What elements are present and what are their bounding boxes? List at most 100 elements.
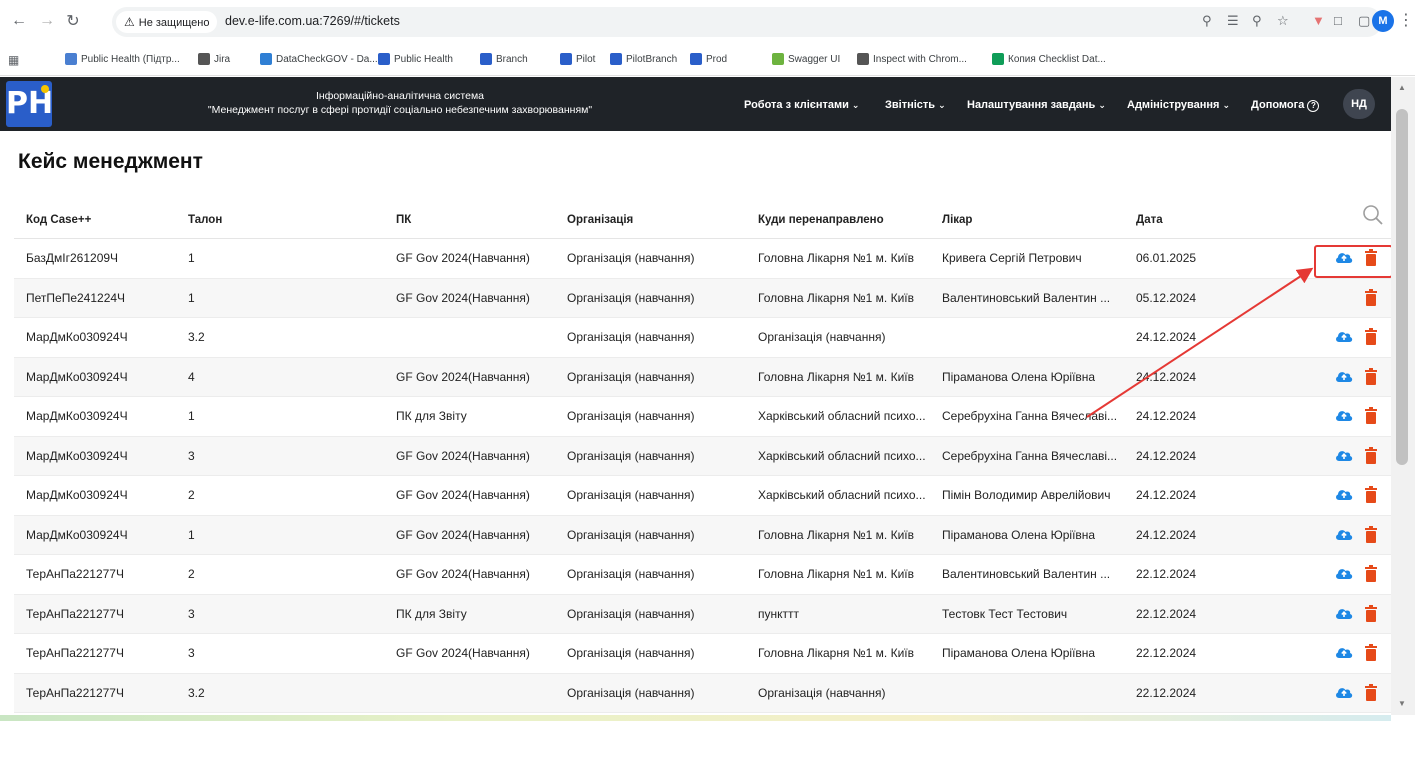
bookmark-item[interactable]: Swagger UI — [772, 53, 840, 65]
cloud-upload-icon[interactable] — [1334, 565, 1354, 586]
table-header: Код Case++ Талон ПК Організація Куди пер… — [14, 200, 1391, 239]
trash-icon[interactable] — [1364, 407, 1378, 429]
cell-redirect: Організація (навчання) — [758, 685, 886, 700]
cell-doctor: Валентиновський Валентин ... — [942, 290, 1111, 305]
forward-arrow-icon[interactable]: → — [36, 10, 58, 32]
col-header-redirect[interactable]: Куди перенаправлено — [758, 214, 884, 226]
bookmark-item[interactable]: Branch — [480, 53, 528, 65]
table-row[interactable]: БазДмІг261209Ч 1 GF Gov 2024(Навчання) Орга… — [14, 239, 1391, 279]
cell-redirect: Головна Лікарня №1 м. Київ — [758, 646, 914, 660]
user-avatar[interactable]: НД — [1343, 89, 1375, 119]
table-row[interactable]: ТерАнПа221277Ч 3 ПК для Звіту Організація (… — [14, 594, 1391, 634]
trash-icon[interactable] — [1364, 565, 1378, 587]
more-menu-icon[interactable]: ⋮ — [1398, 10, 1414, 30]
trash-icon[interactable] — [1364, 644, 1378, 666]
scroll-thumb[interactable] — [1396, 109, 1408, 465]
cell-talon: 3 — [188, 646, 195, 660]
password-key-icon[interactable]: ⚲ — [1202, 13, 1212, 29]
page-scrollbar[interactable]: ▲ ▼ — [1391, 77, 1415, 715]
security-chip[interactable]: ⚠ Не защищено — [116, 11, 218, 33]
menu-clients[interactable]: Робота з клієнтами ⌄ — [744, 99, 859, 111]
bookmark-star-icon[interactable]: ☆ — [1277, 13, 1289, 29]
menu-administration[interactable]: Адміністрування ⌄ — [1127, 99, 1230, 111]
globe-icon — [857, 53, 869, 65]
cell-date: 22.12.2024 — [1136, 646, 1197, 660]
cell-pk: GF Gov 2024(Навчання) — [396, 488, 530, 502]
bookmark-item[interactable]: Public Health — [378, 53, 453, 65]
ph-logo[interactable]: PH — [6, 81, 53, 127]
translate-icon[interactable]: ☰ — [1227, 13, 1239, 29]
scroll-down-arrow-icon[interactable]: ▼ — [1398, 699, 1406, 708]
cloud-upload-icon[interactable] — [1334, 328, 1354, 349]
bookmark-item[interactable]: Копия Checklist Dat... — [992, 53, 1106, 65]
col-header-code[interactable]: Код Case++ — [26, 214, 91, 226]
sheets-icon — [992, 53, 1004, 65]
bookmark-item[interactable]: Public Health (Підтр... — [65, 53, 180, 65]
cloud-upload-icon[interactable] — [1334, 447, 1354, 468]
address-bar[interactable]: ⚠ Не защищено dev.e-life.com.ua:7269/#/ti… — [112, 7, 1382, 37]
search-icon[interactable] — [1362, 204, 1384, 231]
extensions-puzzle-icon[interactable]: ▢ — [1358, 13, 1370, 29]
table-row[interactable]: МарДмКо030924Ч 2 GF Gov 2024(Навчання) Орга… — [14, 476, 1391, 516]
bookmark-item[interactable]: Jira — [198, 53, 230, 65]
cloud-upload-icon[interactable] — [1334, 486, 1354, 507]
trash-icon[interactable] — [1364, 525, 1378, 548]
table-row[interactable]: МарДмКо030924Ч 3 GF Gov 2024(Навчання) Орга… — [14, 436, 1391, 476]
trash-icon[interactable] — [1364, 486, 1378, 508]
bookmark-item[interactable]: PilotBranch — [610, 53, 677, 65]
trash-icon[interactable] — [1364, 683, 1378, 706]
bookmark-item[interactable]: DataCheckGOV - Da... — [260, 53, 378, 65]
col-header-date[interactable]: Дата — [1136, 214, 1163, 226]
table-row[interactable]: ТерАнПа221277Ч 2 GF Gov 2024(Навчання) Орга… — [14, 555, 1391, 595]
bookmark-item[interactable]: Pilot — [560, 53, 595, 65]
menu-reports[interactable]: Звітність ⌄ — [885, 99, 946, 111]
cell-date: 22.12.2024 — [1136, 685, 1197, 700]
zoom-icon[interactable]: ⚲ — [1252, 13, 1262, 29]
apps-grid-icon[interactable]: ▦ — [8, 53, 19, 67]
profile-avatar[interactable]: M — [1372, 10, 1394, 32]
col-header-doctor[interactable]: Лікар — [942, 214, 972, 226]
cloud-upload-icon[interactable] — [1334, 684, 1354, 705]
cell-code: ТерАнПа221277Ч — [26, 567, 124, 581]
row-actions — [1334, 565, 1384, 583]
system-title: Інформаційно-аналітична система "Менеджм… — [150, 89, 650, 117]
col-header-pk[interactable]: ПК — [396, 214, 411, 226]
reload-icon[interactable]: ↻ — [62, 10, 84, 32]
cloud-upload-icon[interactable] — [1334, 644, 1354, 665]
trash-icon[interactable] — [1364, 328, 1378, 350]
extension-v-icon[interactable]: ▼ — [1312, 13, 1325, 28]
table-row[interactable]: МарДмКо030924Ч 3.2 Організація (навчання) О… — [14, 318, 1391, 358]
col-header-organization[interactable]: Організація — [567, 214, 633, 226]
cloud-upload-icon[interactable] — [1334, 368, 1354, 389]
bookmark-label: Swagger UI — [788, 53, 841, 65]
table-row[interactable]: ТерАнПа221277Ч 3 GF Gov 2024(Навчання) Орга… — [14, 634, 1391, 674]
cell-doctor: Тестовк Тест Тестович — [942, 606, 1068, 621]
table-row[interactable]: ПетПеПе241224Ч 1 GF Gov 2024(Навчання) Орга… — [14, 278, 1391, 318]
row-actions — [1334, 486, 1384, 504]
menu-help[interactable]: Допомога ? — [1251, 99, 1320, 112]
cloud-upload-icon[interactable] — [1334, 407, 1354, 428]
col-header-talon[interactable]: Талон — [188, 214, 222, 226]
page-title: Кейс менеджмент — [18, 150, 203, 173]
cell-doctor: Пімін Володимир Аврелійович — [942, 488, 1111, 502]
bookmark-item[interactable]: Prod — [690, 53, 727, 65]
menu-task-settings[interactable]: Налаштування завдань ⌄ — [967, 99, 1106, 111]
cloud-upload-icon[interactable] — [1334, 605, 1354, 626]
table-row[interactable]: МарДмКо030924Ч 1 ПК для Звіту Організація (… — [14, 397, 1391, 437]
scroll-up-arrow-icon[interactable]: ▲ — [1398, 83, 1406, 92]
help-circle-icon: ? — [1307, 100, 1320, 112]
row-actions — [1334, 525, 1384, 547]
back-arrow-icon[interactable]: ← — [8, 10, 30, 32]
table-row[interactable]: ТерАнПа221277Ч 3.2 Організація (навчання) О… — [14, 673, 1391, 713]
table-row[interactable]: МарДмКо030924Ч 4 GF Gov 2024(Навчання) Орга… — [14, 357, 1391, 397]
trash-icon[interactable] — [1364, 604, 1378, 627]
cloud-upload-icon[interactable] — [1334, 526, 1354, 547]
trash-icon[interactable] — [1364, 288, 1378, 311]
trash-icon[interactable] — [1364, 446, 1378, 469]
table-row[interactable]: МарДмКо030924Ч 1 GF Gov 2024(Навчання) Орга… — [14, 515, 1391, 555]
trash-icon[interactable] — [1364, 367, 1378, 390]
row-actions — [1334, 604, 1384, 626]
bookmark-item[interactable]: Inspect with Chrom... — [857, 53, 967, 65]
extension-clipboard-icon[interactable]: □ — [1334, 13, 1342, 28]
cell-date: 05.12.2024 — [1136, 290, 1197, 305]
